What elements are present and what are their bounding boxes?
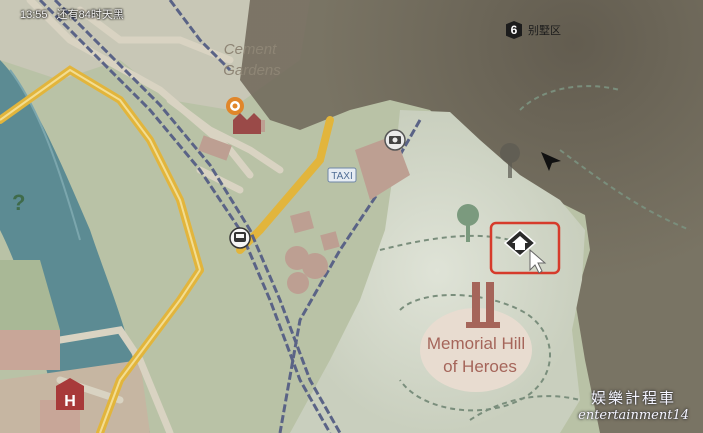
district-name: 别墅区 (528, 24, 561, 37)
camera-icon[interactable] (384, 129, 406, 151)
watermark-english: entertainment14 (578, 408, 689, 423)
orange-target-icon[interactable] (226, 97, 244, 115)
clock-time: 13:55 (20, 9, 48, 21)
taxi-sign[interactable]: TAXI (327, 167, 357, 183)
landmark-label-line1: Memorial Hill (427, 334, 525, 353)
bus-stop-icon[interactable] (229, 227, 251, 249)
question-icon[interactable]: ? (12, 190, 25, 215)
map-view[interactable]: Cement Gardens Memorial Hill of Heroes T… (0, 0, 703, 433)
svg-text:?: ? (12, 190, 25, 215)
area-label-line2: Gardens (223, 62, 281, 79)
landmark-label-line2: of Heroes (443, 357, 517, 376)
watermark: 娱樂計程車 entertainment14 (578, 387, 689, 423)
taxi-label: TAXI (331, 171, 352, 182)
hospital-label: H (64, 393, 76, 410)
district-badge: 6 别墅区 (506, 21, 561, 39)
watermark-chinese: 娱樂計程車 (591, 389, 677, 407)
area-label-line1: Cement (224, 41, 277, 58)
map-canvas[interactable]: Cement Gardens Memorial Hill of Heroes T… (0, 0, 703, 433)
district-number: 6 (506, 21, 522, 39)
daylight-status: 还有84时天黑 (56, 9, 124, 21)
hud-time-status: 13:55 还有84时天黑 (20, 6, 124, 22)
